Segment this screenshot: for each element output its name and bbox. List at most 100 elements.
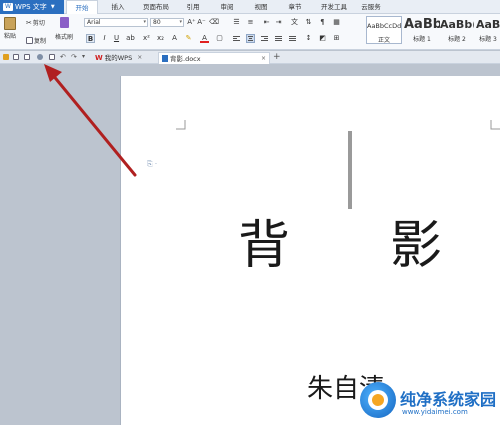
close-icon[interactable]: × (261, 53, 266, 65)
tab-review[interactable]: 审阅 (214, 0, 240, 14)
distribute-icon[interactable] (288, 34, 297, 43)
font-size-value: 80 (153, 19, 161, 26)
indent-increase-icon[interactable]: ⇥ (274, 18, 283, 27)
tab-page-layout[interactable]: 页面布局 (138, 0, 174, 14)
tab-my-wps[interactable]: W 我的WPS × (92, 52, 145, 64)
borders-icon[interactable]: ▦ (332, 18, 341, 27)
paste-icon (4, 17, 16, 30)
paragraph-options-icon[interactable]: ⎘ · (147, 160, 157, 169)
chevron-down-icon: ▼ (50, 4, 55, 10)
tab-developer[interactable]: 开发工具 (316, 0, 352, 14)
format-painter-icon (59, 17, 69, 28)
style-label: 标题 3 (479, 36, 497, 43)
bold-button[interactable]: B (86, 34, 95, 43)
tab-document-beiying[interactable]: 背影.docx × (158, 52, 270, 64)
watermark-url: www.yidaimei.com (402, 408, 468, 416)
font-color-button[interactable]: A (200, 34, 209, 43)
format-painter-label: 格式刷 (55, 34, 74, 41)
chinese-layout-icon[interactable]: 文 (290, 18, 299, 27)
highlight-icon[interactable]: ✎ (184, 34, 193, 43)
style-preview: AaBb (476, 18, 500, 31)
print-icon[interactable] (37, 54, 43, 60)
output-pdf-icon[interactable] (24, 54, 30, 60)
app-name: WPS 文字 (15, 3, 47, 11)
shrink-font-button[interactable]: A⁻ (197, 18, 206, 27)
tab-chapter[interactable]: 章节 (282, 0, 308, 14)
chevron-down-icon: ▾ (143, 19, 146, 25)
style-heading-1[interactable]: AaBb 标题 1 (404, 16, 440, 44)
customize-icon[interactable]: ▾ (82, 54, 88, 60)
sort-icon[interactable]: ⇅ (304, 18, 313, 27)
watermark-logo-icon (360, 382, 396, 418)
menu-bar: W WPS 文字 ▼ 开始 插入 页面布局 引用 审阅 视图 章节 开发工具 云… (0, 0, 500, 15)
style-preview: AaBbCcDd (367, 22, 401, 30)
cut-label: 剪切 (32, 20, 45, 27)
text-effect-icon[interactable]: A (170, 34, 179, 43)
copy-button[interactable]: 复制 (26, 36, 46, 45)
shading-icon[interactable]: ◩ (318, 34, 327, 43)
print-preview-icon[interactable] (49, 54, 55, 60)
char-border-icon[interactable]: ▢ (215, 34, 224, 43)
style-heading-2[interactable]: AaBb( 标题 2 (440, 16, 474, 44)
indent-decrease-icon[interactable]: ⇤ (262, 18, 271, 27)
grow-font-button[interactable]: A⁺ (187, 18, 196, 27)
bullets-icon[interactable]: ☰ (232, 18, 241, 27)
save-icon[interactable] (13, 54, 19, 60)
italic-button[interactable]: I (100, 34, 109, 43)
document-tab-bar: ↶ ↷ ▾ W 我的WPS × 背影.docx × + (0, 51, 500, 64)
app-menu-button[interactable]: W WPS 文字 ▼ (0, 0, 64, 14)
site-watermark: 纯净系统家园 www.yidaimei.com (360, 380, 500, 425)
style-heading-3[interactable]: AaBb 标题 3 (476, 16, 500, 44)
chevron-down-icon: ▾ (179, 19, 182, 25)
subscript-icon[interactable]: x₂ (156, 34, 165, 43)
watermark-title: 纯净系统家园 (400, 390, 497, 409)
redo-icon[interactable]: ↷ (71, 54, 77, 61)
style-label: 标题 2 (448, 36, 466, 43)
margin-corner-marker (176, 120, 186, 130)
underline-button[interactable]: U (112, 34, 121, 43)
border-dropdown-icon[interactable]: ⊞ (332, 34, 341, 43)
style-label: 正文 (377, 37, 390, 44)
clear-format-icon[interactable]: ⌫ (209, 18, 219, 27)
tab-cloud-service[interactable]: 云服务 (356, 0, 386, 14)
line-spacing-icon[interactable]: ↕ (304, 34, 313, 43)
tab-view[interactable]: 视图 (248, 0, 274, 14)
scissors-icon: ✂ (26, 18, 32, 27)
cut-button[interactable]: ✂ 剪切 (26, 18, 45, 28)
ribbon: 粘贴 ✂ 剪切 复制 格式刷 Arial ▾ 80 ▾ A⁺ A⁻ ⌫ B I … (0, 14, 500, 50)
strikethrough-icon[interactable]: ab (126, 34, 135, 43)
undo-icon[interactable]: ↶ (60, 54, 66, 61)
copy-label: 复制 (34, 38, 47, 45)
format-painter-button[interactable]: 格式刷 (55, 17, 73, 41)
superscript-icon[interactable]: x² (142, 34, 151, 43)
style-preview: AaBb (404, 17, 440, 32)
paste-label: 粘贴 (4, 33, 17, 40)
justify-icon[interactable] (274, 34, 283, 43)
document-icon (162, 55, 168, 62)
align-center-icon[interactable] (246, 34, 255, 43)
font-name-select[interactable]: Arial ▾ (84, 18, 148, 27)
close-icon[interactable]: × (137, 52, 142, 64)
tab-label: 背影.docx (170, 54, 201, 63)
wps-logo-icon: W (95, 54, 103, 62)
style-normal[interactable]: AaBbCcDd 正文 (366, 16, 402, 44)
title-char: 影 (390, 216, 443, 276)
font-name-value: Arial (87, 19, 101, 26)
tab-label: 我的WPS (104, 54, 133, 62)
tab-insert[interactable]: 插入 (104, 0, 132, 14)
align-right-icon[interactable] (260, 34, 269, 43)
style-label: 标题 1 (413, 36, 431, 43)
copy-icon (26, 37, 33, 44)
style-preview: AaBb( (440, 18, 474, 31)
open-icon[interactable] (3, 54, 9, 60)
paste-button[interactable]: 粘贴 (4, 17, 16, 40)
wps-logo-icon: W (3, 3, 13, 11)
font-size-select[interactable]: 80 ▾ (150, 18, 184, 27)
align-left-icon[interactable] (232, 34, 241, 43)
numbering-icon[interactable]: ≡ (246, 18, 255, 27)
show-marks-icon[interactable]: ¶ (318, 18, 327, 27)
tab-home[interactable]: 开始 (66, 0, 98, 15)
new-tab-button[interactable]: + (273, 51, 281, 64)
tab-references[interactable]: 引用 (180, 0, 206, 14)
text-cursor (348, 131, 352, 209)
